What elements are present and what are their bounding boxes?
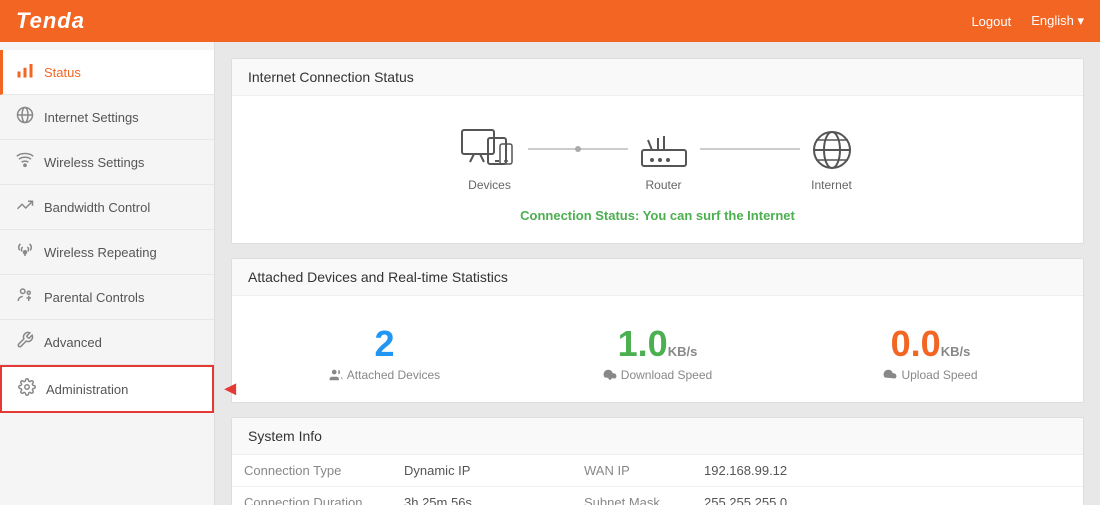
sysinfo-value: Dynamic IP — [392, 455, 572, 487]
sidebar-item-wireless-repeating-label: Wireless Repeating — [44, 245, 157, 260]
content-area: Internet Connection Status — [215, 42, 1100, 505]
wireless-repeating-icon — [16, 241, 34, 263]
sysinfo-value: 192.168.99.12 — [692, 455, 1083, 487]
stat-upload-speed: 0.0KB/s Upload Speed — [794, 324, 1067, 382]
sysinfo-label: WAN IP — [572, 455, 692, 487]
internet-label: Internet — [811, 178, 852, 192]
connection-status: Connection Status: You can surf the Inte… — [248, 200, 1067, 227]
sysinfo-label: Connection Type — [232, 455, 392, 487]
administration-icon — [18, 378, 36, 400]
sidebar-item-parental-controls-label: Parental Controls — [44, 290, 144, 305]
sidebar-item-advanced-label: Advanced — [44, 335, 102, 350]
bandwidth-control-icon — [16, 196, 34, 218]
internet-settings-icon — [16, 106, 34, 128]
sysinfo-label: Connection Duration — [232, 486, 392, 505]
download-label: Download Speed — [521, 368, 794, 382]
diagram-internet: Internet — [808, 128, 856, 192]
table-row: Connection Duration 3h 25m 56s Subnet Ma… — [232, 486, 1083, 505]
sysinfo-label: Subnet Mask — [572, 486, 692, 505]
sidebar-item-internet-settings[interactable]: Internet Settings — [0, 95, 214, 140]
sidebar-item-bandwidth-control[interactable]: Bandwidth Control — [0, 185, 214, 230]
language-selector[interactable]: English ▾ — [1031, 13, 1084, 29]
diagram-router: Router — [636, 128, 692, 192]
stat-download-speed: 1.0KB/s Download Speed — [521, 324, 794, 382]
sidebar-item-status[interactable]: Status — [0, 50, 214, 95]
devices-icon — [460, 128, 520, 172]
download-icon — [603, 368, 617, 382]
upload-value: 0.0KB/s — [794, 324, 1067, 364]
upload-icon — [883, 368, 897, 382]
system-info-card: System Info Connection Type Dynamic IP W… — [231, 417, 1084, 505]
attached-devices-icon — [329, 368, 343, 382]
internet-icon — [808, 128, 856, 172]
stats-row: 2 Attached Devices 1.0KB/s Download Spee… — [248, 312, 1067, 386]
sysinfo-table: Connection Type Dynamic IP WAN IP 192.16… — [232, 455, 1083, 505]
sidebar-item-wireless-settings-label: Wireless Settings — [44, 155, 144, 170]
upload-label: Upload Speed — [794, 368, 1067, 382]
stat-attached-devices: 2 Attached Devices — [248, 324, 521, 382]
advanced-icon — [16, 331, 34, 353]
line-router-internet — [700, 148, 800, 150]
sidebar-item-status-label: Status — [44, 65, 81, 80]
system-info-header: System Info — [232, 418, 1083, 455]
internet-status-body: Devices — [232, 96, 1083, 243]
header-right: Logout English ▾ — [971, 13, 1084, 29]
system-info-body: Connection Type Dynamic IP WAN IP 192.16… — [232, 455, 1083, 505]
sidebar-item-bandwidth-control-label: Bandwidth Control — [44, 200, 150, 215]
sidebar-item-internet-settings-label: Internet Settings — [44, 110, 139, 125]
sysinfo-value: 255.255.255.0 — [692, 486, 1083, 505]
table-row: Connection Type Dynamic IP WAN IP 192.16… — [232, 455, 1083, 487]
diagram-devices: Devices — [460, 128, 520, 192]
sidebar-item-advanced[interactable]: Advanced — [0, 320, 214, 365]
main-layout: Status Internet Settings Wireless Settin… — [0, 42, 1100, 505]
wireless-settings-icon — [16, 151, 34, 173]
arrow-indicator: ◄ — [220, 378, 240, 401]
download-value: 1.0KB/s — [521, 324, 794, 364]
realtime-stats-body: 2 Attached Devices 1.0KB/s Download Spee… — [232, 296, 1083, 402]
header: Tenda Logout English ▾ — [0, 0, 1100, 42]
sidebar: Status Internet Settings Wireless Settin… — [0, 42, 215, 505]
sysinfo-value: 3h 25m 56s — [392, 486, 572, 505]
internet-status-card: Internet Connection Status — [231, 58, 1084, 244]
attached-count: 2 — [248, 324, 521, 364]
sidebar-item-administration-label: Administration — [46, 382, 128, 397]
sidebar-item-wireless-settings[interactable]: Wireless Settings — [0, 140, 214, 185]
realtime-stats-header: Attached Devices and Real-time Statistic… — [232, 259, 1083, 296]
line-devices-router — [528, 148, 628, 150]
router-label: Router — [645, 178, 681, 192]
sidebar-item-parental-controls[interactable]: Parental Controls — [0, 275, 214, 320]
sidebar-item-administration[interactable]: Administration ◄ — [0, 365, 214, 413]
logo: Tenda — [16, 8, 85, 34]
realtime-stats-card: Attached Devices and Real-time Statistic… — [231, 258, 1084, 403]
parental-controls-icon — [16, 286, 34, 308]
internet-status-header: Internet Connection Status — [232, 59, 1083, 96]
devices-label: Devices — [468, 178, 511, 192]
connection-diagram: Devices — [248, 112, 1067, 200]
status-icon — [16, 61, 34, 83]
logout-button[interactable]: Logout — [971, 14, 1011, 29]
sidebar-item-wireless-repeating[interactable]: Wireless Repeating — [0, 230, 214, 275]
router-icon — [636, 128, 692, 172]
attached-label: Attached Devices — [248, 368, 521, 382]
